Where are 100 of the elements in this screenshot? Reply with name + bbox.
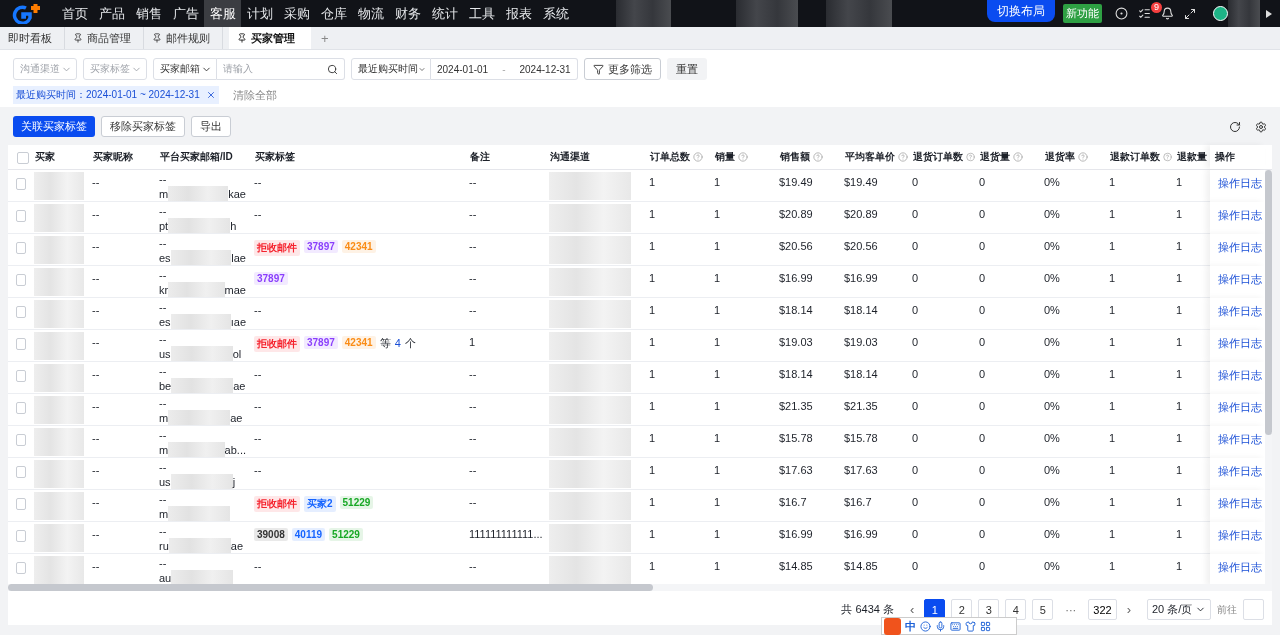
log-link[interactable]: 操作日志 (1218, 177, 1262, 189)
table-cell: 0 (912, 368, 919, 380)
clear-all-link[interactable]: 清除全部 (232, 87, 277, 103)
table-cell: es (159, 250, 171, 265)
blurred-area (168, 282, 225, 297)
action-button[interactable]: 导出 (191, 116, 231, 137)
log-link[interactable]: 操作日志 (1218, 273, 1262, 285)
log-link[interactable]: 操作日志 (1218, 305, 1262, 317)
scrollbar-thumb[interactable] (8, 584, 653, 591)
table-cell: 1 (649, 400, 656, 412)
shirt-icon[interactable] (965, 620, 976, 632)
nav-item[interactable]: 销售 (130, 0, 167, 27)
log-link[interactable]: 操作日志 (1218, 401, 1262, 413)
scrollbar-thumb[interactable] (1265, 170, 1272, 435)
checkbox[interactable] (16, 242, 26, 254)
emoji-icon[interactable] (920, 620, 931, 632)
log-link[interactable]: 操作日志 (1218, 465, 1262, 477)
refresh-icon[interactable] (1229, 120, 1241, 133)
ime-mode[interactable]: 中 (905, 618, 916, 634)
table-cell: 1 (714, 528, 721, 540)
more-filters-button[interactable]: 更多筛选 (584, 58, 661, 80)
table-cell: 1 (1109, 208, 1116, 220)
page-size-select[interactable]: 20 条/页 (1147, 599, 1211, 620)
checkbox[interactable] (16, 274, 26, 286)
log-link[interactable]: 操作日志 (1218, 209, 1262, 221)
date-type-select[interactable]: 最近购买时间 (351, 58, 431, 80)
circle-icon[interactable] (1115, 7, 1128, 20)
keyboard-icon[interactable] (950, 620, 961, 632)
caret-icon[interactable] (1266, 9, 1272, 18)
column-header: 退款量 (1176, 150, 1208, 164)
checkbox[interactable] (16, 338, 26, 350)
table-cell: 0% (1044, 400, 1060, 412)
new-feature-badge: 新功能 (1063, 4, 1102, 23)
table-cell: 1 (649, 208, 656, 220)
close-icon[interactable] (205, 90, 216, 100)
log-link[interactable]: 操作日志 (1218, 561, 1262, 573)
nav-item[interactable]: 广告 (167, 0, 204, 27)
nav-item[interactable]: 计划 (241, 0, 278, 27)
log-link[interactable]: 操作日志 (1218, 497, 1262, 509)
table-cell: lae (231, 250, 246, 265)
bell-icon[interactable] (1161, 7, 1174, 20)
log-link[interactable]: 操作日志 (1218, 241, 1262, 253)
tab[interactable]: 邮件规则 (144, 27, 223, 49)
tab[interactable]: 买家管理 (229, 27, 311, 49)
log-link[interactable]: 操作日志 (1218, 369, 1262, 381)
email-type-select[interactable]: 买家邮箱 (153, 58, 217, 80)
nav-item[interactable]: 仓库 (315, 0, 352, 27)
nav-item[interactable]: 采购 (278, 0, 315, 27)
checkbox[interactable] (16, 370, 26, 382)
table-cell: m (159, 186, 169, 201)
tag: 37897 (254, 272, 288, 285)
next-page-button[interactable]: › (1122, 602, 1135, 617)
prev-page-button[interactable]: ‹ (905, 602, 919, 617)
link-tag-button[interactable]: 关联买家标签 (13, 116, 95, 137)
table-cell: -- (92, 400, 100, 412)
tab[interactable]: 商品管理 (65, 27, 144, 49)
settings-icon[interactable] (1255, 120, 1267, 133)
table-cell: 1 (714, 464, 721, 476)
layout-switch-button[interactable]: 切换布局 (987, 0, 1055, 22)
mic-icon[interactable] (935, 620, 946, 632)
tab[interactable]: 即时看板 (0, 27, 65, 49)
tag: 39008 (254, 528, 288, 541)
avatar[interactable] (1213, 6, 1228, 21)
checkbox[interactable] (16, 178, 26, 190)
nav-item[interactable]: 报表 (500, 0, 537, 27)
table-cell-text: -- (159, 364, 168, 378)
checkbox[interactable] (16, 434, 26, 446)
date-range-field[interactable]: 2024-01-01 - 2024-12-31 (431, 58, 578, 80)
page-button[interactable]: 5 (1032, 599, 1054, 620)
reset-button[interactable]: 重置 (667, 58, 707, 80)
checkbox[interactable] (16, 530, 26, 542)
nav-item[interactable]: 统计 (426, 0, 463, 27)
checkbox[interactable] (16, 210, 26, 222)
table-cell: 1 (649, 560, 656, 572)
nav-item[interactable]: 物流 (352, 0, 389, 27)
page-input[interactable] (1243, 599, 1264, 620)
table-cell: 111111111111... (469, 528, 543, 540)
log-link[interactable]: 操作日志 (1218, 433, 1262, 445)
checkbox[interactable] (16, 562, 26, 574)
table-cell: 0% (1044, 528, 1060, 540)
grid-icon[interactable] (980, 620, 991, 632)
page-button[interactable]: 322 (1088, 599, 1117, 620)
log-link[interactable]: 操作日志 (1218, 337, 1262, 349)
nav-item[interactable]: 客服 (204, 0, 241, 27)
blurred-area (34, 556, 84, 584)
table-cell-text: -- (159, 460, 168, 474)
log-link[interactable]: 操作日志 (1218, 529, 1262, 541)
action-button[interactable]: 移除买家标签 (101, 116, 185, 137)
nav-item[interactable]: 产品 (93, 0, 130, 27)
task-icon[interactable] (1138, 7, 1151, 20)
checkbox[interactable] (16, 498, 26, 510)
checkbox[interactable] (16, 306, 26, 318)
checkbox[interactable] (16, 466, 26, 478)
fullscreen-icon[interactable] (1184, 7, 1196, 20)
checkbox[interactable] (16, 402, 26, 414)
nav-item[interactable]: 系统 (537, 0, 574, 27)
nav-item[interactable]: 工具 (463, 0, 500, 27)
nav-item[interactable]: 首页 (56, 0, 93, 27)
checkbox[interactable] (17, 152, 29, 164)
nav-item[interactable]: 财务 (389, 0, 426, 27)
